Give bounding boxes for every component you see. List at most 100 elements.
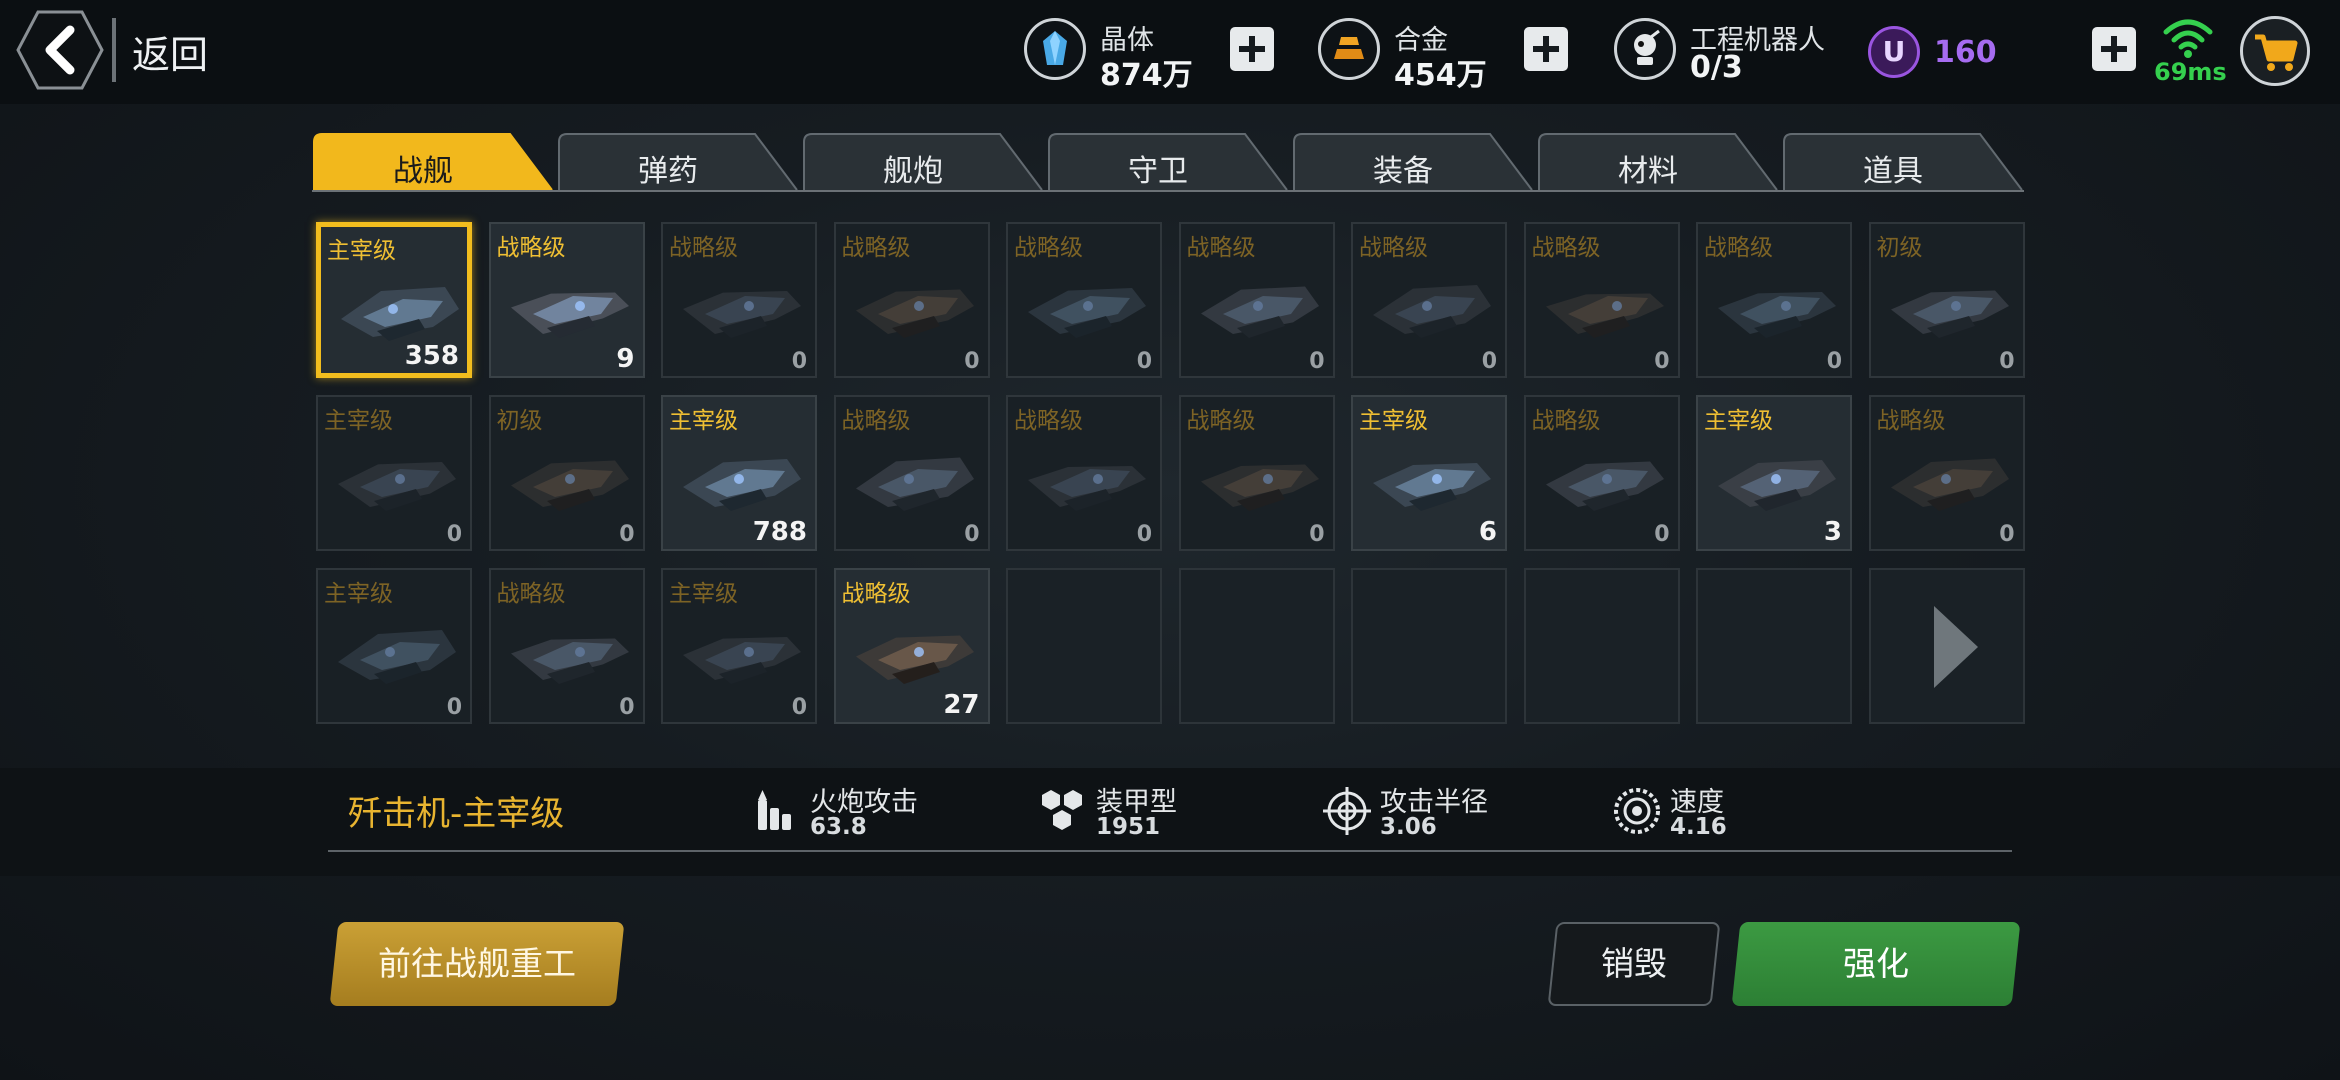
tab-label: 舰炮 xyxy=(883,154,943,189)
shop-cart-button[interactable] xyxy=(2240,16,2310,86)
ship-thumbnail-icon xyxy=(1545,293,1664,338)
ship-count: 0 xyxy=(1309,522,1325,547)
ship-slot[interactable]: 主宰级 0 xyxy=(316,568,472,724)
ship-slot[interactable]: 战略级 0 xyxy=(661,222,817,378)
ship-thumbnail-icon xyxy=(683,459,801,511)
ship-count: 0 xyxy=(1481,349,1497,374)
ship-grade: 战略级 xyxy=(1704,235,1773,261)
stat-radius-value: 3.06 xyxy=(1380,814,1437,840)
tab-1[interactable]: 弹药 xyxy=(557,132,799,192)
ship-count: 0 xyxy=(1999,349,2015,374)
tab-5[interactable]: 材料 xyxy=(1537,132,1779,192)
ship-count: 0 xyxy=(446,522,462,547)
ship-slot[interactable]: 战略级 0 xyxy=(1178,222,1335,378)
tab-label: 战舰 xyxy=(393,154,453,189)
ping-value: 69ms xyxy=(2154,58,2227,86)
ship-grade: 主宰级 xyxy=(669,408,738,434)
ship-slot[interactable]: 战略级 0 xyxy=(1178,395,1335,551)
ship-thumbnail-icon xyxy=(683,637,801,684)
ship-slot[interactable]: 初级 0 xyxy=(488,395,645,551)
ship-thumbnail-icon xyxy=(338,630,456,684)
tab-label: 装备 xyxy=(1373,154,1433,189)
ship-count: 0 xyxy=(791,349,807,374)
upgrade-button[interactable]: 强化 xyxy=(1731,922,2021,1006)
ship-grade: 战略级 xyxy=(1531,235,1601,261)
ship-slot[interactable]: 战略级 0 xyxy=(1351,222,1507,378)
ship-count: 6 xyxy=(1478,517,1497,547)
empty-ship-slot xyxy=(1696,568,1852,724)
ship-slot[interactable]: 主宰级 3 xyxy=(1696,395,1852,551)
ship-thumbnail-icon xyxy=(1028,288,1146,338)
add-premium-button[interactable] xyxy=(2092,27,2136,71)
ship-thumbnail-icon xyxy=(683,291,801,338)
empty-ship-slot xyxy=(1178,568,1335,724)
ship-thumbnail-icon xyxy=(855,635,974,684)
ship-slot[interactable]: 初级 0 xyxy=(1868,222,2025,378)
ship-grade: 战略级 xyxy=(496,581,566,607)
add-crystal-button[interactable] xyxy=(1230,27,1274,71)
ship-count: 0 xyxy=(1654,522,1670,547)
ship-slot[interactable]: 主宰级 0 xyxy=(316,395,472,551)
ship-count: 0 xyxy=(1654,349,1670,374)
ship-thumbnail-icon xyxy=(1718,460,1836,511)
ship-grade: 主宰级 xyxy=(327,238,396,264)
ship-count: 0 xyxy=(791,695,807,720)
ship-count: 788 xyxy=(752,517,807,547)
back-arrow-icon xyxy=(16,10,104,90)
ship-grade: 战略级 xyxy=(1014,408,1083,434)
back-label: 返回 xyxy=(132,33,209,77)
destroy-button[interactable]: 销毁 xyxy=(1547,922,1721,1006)
upgrade-label: 强化 xyxy=(1843,944,1909,983)
ship-count: 3 xyxy=(1823,517,1842,547)
ship-thumbnail-icon xyxy=(1545,461,1664,511)
ship-slot[interactable]: 战略级 0 xyxy=(1868,395,2025,551)
tab-underline xyxy=(312,190,2024,192)
tab-2[interactable]: 舰炮 xyxy=(802,132,1044,192)
ship-grade: 初级 xyxy=(1876,235,1923,261)
ship-count: 0 xyxy=(1826,349,1842,374)
ship-slot[interactable]: 战略级 0 xyxy=(488,568,645,724)
ship-slot[interactable]: 主宰级 0 xyxy=(661,568,817,724)
ship-count: 27 xyxy=(943,690,980,720)
tab-label: 道具 xyxy=(1863,154,1923,189)
ship-count: 0 xyxy=(1136,522,1152,547)
ship-slot[interactable]: 战略级 0 xyxy=(1006,222,1162,378)
crystal-value: 874万 xyxy=(1100,58,1193,93)
empty-ship-slot xyxy=(1523,568,1680,724)
ship-slot[interactable]: 战略级 9 xyxy=(488,222,645,378)
tab-0[interactable]: 战舰 xyxy=(312,132,554,192)
ship-slot[interactable]: 战略级 0 xyxy=(1006,395,1162,551)
stat-speed-value: 4.16 xyxy=(1670,814,1727,840)
ship-thumbnail-icon xyxy=(1028,466,1146,511)
ship-thumbnail-icon xyxy=(1373,463,1491,511)
ship-thumbnail-icon xyxy=(338,462,456,511)
ship-grade: 初级 xyxy=(496,408,543,434)
ship-grade: 战略级 xyxy=(1359,235,1428,261)
ship-slot[interactable]: 战略级 0 xyxy=(833,222,990,378)
wifi-icon xyxy=(2163,19,2213,58)
ship-thumbnail-icon xyxy=(1718,292,1836,338)
alloy-icon xyxy=(1318,18,1380,80)
ship-grade: 主宰级 xyxy=(669,581,738,607)
robot-icon xyxy=(1614,18,1676,80)
add-alloy-button[interactable] xyxy=(1524,27,1568,71)
ship-slot[interactable]: 战略级 0 xyxy=(1696,222,1852,378)
tab-6[interactable]: 道具 xyxy=(1782,132,2024,192)
ship-slot[interactable]: 战略级 27 xyxy=(833,568,990,724)
back-button[interactable] xyxy=(16,10,104,90)
ship-thumbnail-icon xyxy=(1890,290,2009,338)
ship-slot[interactable]: 战略级 0 xyxy=(1523,395,1680,551)
speed-icon xyxy=(1614,788,1660,834)
tab-3[interactable]: 守卫 xyxy=(1047,132,1289,192)
tab-4[interactable]: 装备 xyxy=(1292,132,1534,192)
next-page-arrow-icon[interactable] xyxy=(1932,604,1980,690)
ship-slot[interactable]: 战略级 0 xyxy=(833,395,990,551)
tab-label: 弹药 xyxy=(638,154,698,189)
ship-slot[interactable]: 战略级 0 xyxy=(1523,222,1680,378)
ship-slot[interactable]: 主宰级 6 xyxy=(1351,395,1507,551)
ship-slot[interactable]: 主宰级 788 xyxy=(661,395,817,551)
ship-grade: 主宰级 xyxy=(1704,408,1773,434)
ship-slot[interactable]: 主宰级 358 xyxy=(316,222,472,378)
goto-shipyard-button[interactable]: 前往战舰重工 xyxy=(329,922,625,1006)
ship-grade: 战略级 xyxy=(841,235,911,261)
